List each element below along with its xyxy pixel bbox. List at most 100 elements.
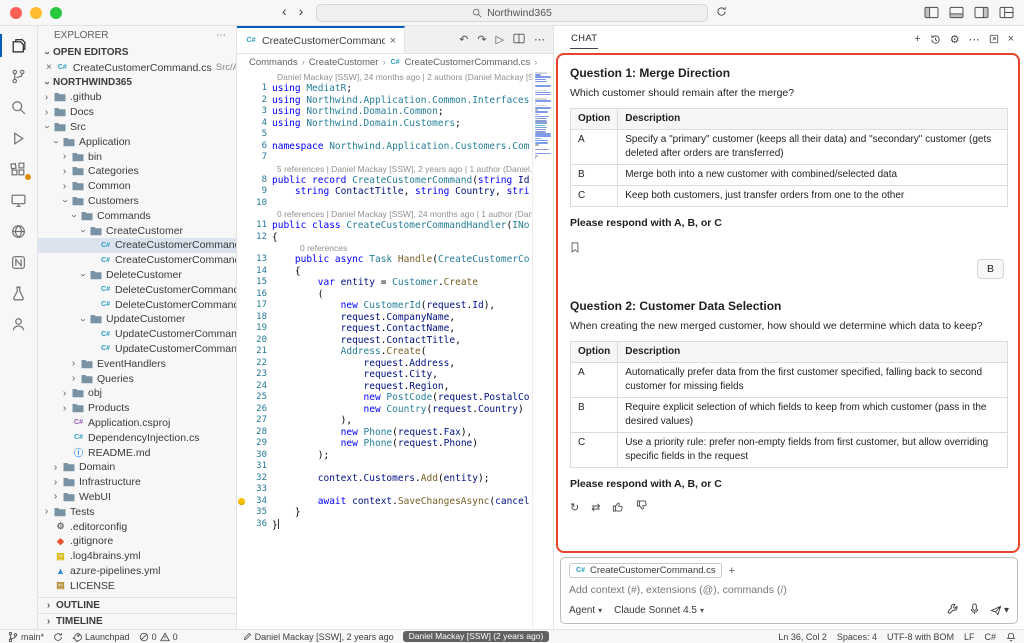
open-editors-header[interactable]: › OPEN EDITORS: [38, 45, 236, 60]
accounts-icon[interactable]: [0, 309, 38, 340]
tree-file-LICENSE[interactable]: ▤LICENSE: [38, 578, 236, 593]
blame-item[interactable]: Daniel Mackay [SSW], 2 years ago: [243, 632, 394, 642]
add-context-button[interactable]: +: [729, 565, 735, 577]
tree-folder-Domain[interactable]: ›Domain: [38, 460, 236, 475]
tree-folder-Application[interactable]: ›Application: [38, 134, 236, 149]
tree-folder-Common[interactable]: ›Common: [38, 179, 236, 194]
tree-folder-Src[interactable]: ›Src: [38, 120, 236, 135]
tree-folder-Customers[interactable]: ›Customers: [38, 194, 236, 209]
source-control-icon[interactable]: [0, 61, 38, 92]
more-actions-icon[interactable]: ⋯: [969, 33, 980, 46]
remote-icon[interactable]: [0, 185, 38, 216]
blame-annotation[interactable]: Daniel Mackay [SSW] (2 years ago): [403, 631, 550, 642]
tree-file-README.md[interactable]: ⓘREADME.md: [38, 445, 236, 460]
breadcrumb-createcustomer[interactable]: CreateCustomer: [309, 57, 379, 68]
tree-folder-UpdateCustomer[interactable]: ›UpdateCustomer: [38, 312, 236, 327]
sync-changes-icon[interactable]: [53, 632, 63, 642]
codelens[interactable]: Daniel Mackay [SSW], 24 months ago | 2 a…: [237, 72, 532, 83]
tree-folder-Tests[interactable]: ›Tests: [38, 504, 236, 519]
bookmark-icon[interactable]: [570, 241, 580, 258]
cursor-position[interactable]: Ln 36, Col 2: [778, 632, 827, 642]
testing-icon[interactable]: [0, 278, 38, 309]
close-window-button[interactable]: [10, 7, 22, 19]
history-icon[interactable]: [930, 34, 941, 45]
tree-file-.editorconfig[interactable]: ⚙.editorconfig: [38, 519, 236, 534]
zoom-window-button[interactable]: [50, 7, 62, 19]
split-editor-icon[interactable]: [513, 33, 525, 47]
more-actions-icon[interactable]: ⋯: [534, 33, 545, 46]
tree-file-DeleteCustomerCommand.cs[interactable]: C#DeleteCustomerCommand.cs: [38, 282, 236, 297]
close-editor-icon[interactable]: ×: [46, 62, 52, 73]
problems-item[interactable]: 0 0: [139, 632, 178, 642]
model-picker-dropdown[interactable]: Claude Sonnet 4.5▾: [614, 605, 704, 616]
tree-folder-Docs[interactable]: ›Docs: [38, 105, 236, 120]
indentation[interactable]: Spaces: 4: [837, 632, 877, 642]
thumbs-down-icon[interactable]: [636, 500, 648, 515]
tree-file-UpdateCustomerCommand.cs[interactable]: C#UpdateCustomerCommand.cs: [38, 327, 236, 342]
run-debug-icon[interactable]: [0, 123, 38, 154]
tree-folder-.github[interactable]: ›.github: [38, 90, 236, 105]
explorer-more-actions-icon[interactable]: ⋯: [216, 30, 226, 41]
tab-chat[interactable]: CHAT: [570, 29, 598, 49]
tree-folder-bin[interactable]: ›bin: [38, 149, 236, 164]
tree-folder-Queries[interactable]: ›Queries: [38, 371, 236, 386]
nav-forward-icon[interactable]: ›: [299, 3, 304, 19]
chat-input-placeholder[interactable]: Add context (#), extensions (@), command…: [569, 584, 1009, 596]
close-tab-icon[interactable]: ×: [390, 35, 396, 47]
thumbs-up-icon[interactable]: [612, 500, 624, 515]
tree-file-Application.csproj[interactable]: C#Application.csproj: [38, 416, 236, 431]
breadcrumb-file[interactable]: CreateCustomerCommand.cs: [405, 57, 531, 68]
settings-icon[interactable]: ⚙: [950, 33, 960, 46]
tab-createcustomercommand[interactable]: C# CreateCustomerCommand.cs ×: [237, 26, 405, 53]
tree-file-.gitignore[interactable]: ◆.gitignore: [38, 534, 236, 549]
tree-folder-obj[interactable]: ›obj: [38, 386, 236, 401]
timeline-section-header[interactable]: › TIMELINE: [38, 613, 236, 629]
tools-icon[interactable]: [947, 603, 959, 618]
tree-file-azure-pipelines.yml[interactable]: ▲azure-pipelines.yml: [38, 564, 236, 579]
tree-file-DependencyInjection.cs[interactable]: C#DependencyInjection.cs: [38, 430, 236, 445]
explorer-icon[interactable]: [0, 30, 38, 61]
tree-file-DeleteCustomerCommandValid...[interactable]: C#DeleteCustomerCommandValid...: [38, 297, 236, 312]
breadcrumb-commands[interactable]: Commands: [249, 57, 298, 68]
close-icon[interactable]: ×: [1008, 33, 1014, 45]
tree-folder-Products[interactable]: ›Products: [38, 401, 236, 416]
sync-icon[interactable]: [716, 6, 727, 17]
outline-section-header[interactable]: › OUTLINE: [38, 597, 236, 613]
language-mode[interactable]: C#: [984, 632, 996, 642]
toggle-primary-sidebar-icon[interactable]: [924, 6, 939, 19]
voice-icon[interactable]: [969, 603, 980, 618]
tree-folder-Categories[interactable]: ›Categories: [38, 164, 236, 179]
chat-input[interactable]: C# CreateCustomerCommand.cs + Add contex…: [560, 557, 1018, 624]
eol[interactable]: LF: [964, 632, 975, 642]
tree-file-CreateCustomerCommandValid...[interactable]: C#CreateCustomerCommandValid...: [38, 253, 236, 268]
annotate-icon[interactable]: ↶: [459, 33, 468, 46]
docker-icon[interactable]: [0, 216, 38, 247]
extensions-icon[interactable]: [0, 154, 38, 185]
context-chip[interactable]: C# CreateCustomerCommand.cs: [569, 563, 722, 578]
send-button[interactable]: ▾: [990, 605, 1009, 616]
code-editor[interactable]: Daniel Mackay [SSW], 24 months ago | 2 a…: [237, 70, 553, 629]
minimize-window-button[interactable]: [30, 7, 42, 19]
agent-mode-dropdown[interactable]: Agent▾: [569, 605, 602, 616]
tree-folder-WebUI[interactable]: ›WebUI: [38, 490, 236, 505]
encoding[interactable]: UTF-8 with BOM: [887, 632, 954, 642]
launchpad-item[interactable]: Launchpad: [72, 632, 130, 642]
minimap[interactable]: [532, 72, 553, 629]
tree-file-UpdateCustomerCommandVali...[interactable]: C#UpdateCustomerCommandVali...: [38, 342, 236, 357]
codelens[interactable]: 0 references: [237, 243, 532, 254]
codelens[interactable]: 5 references | Daniel Mackay [SSW], 2 ye…: [237, 164, 532, 175]
search-icon[interactable]: [0, 92, 38, 123]
command-center-search[interactable]: Northwind365: [316, 4, 708, 22]
new-chat-icon[interactable]: +: [914, 33, 920, 45]
open-editor-item[interactable]: × C# CreateCustomerCommand.cs Src/Ap...: [38, 60, 236, 75]
tree-folder-EventHandlers[interactable]: ›EventHandlers: [38, 356, 236, 371]
tree-folder-Commands[interactable]: ›Commands: [38, 208, 236, 223]
tree-folder-Infrastructure[interactable]: ›Infrastructure: [38, 475, 236, 490]
maximize-icon[interactable]: [989, 34, 999, 44]
timeline-icon[interactable]: ↷: [477, 33, 486, 46]
branch-item[interactable]: main*: [8, 631, 44, 643]
toggle-panel-icon[interactable]: [949, 6, 964, 19]
toggle-secondary-sidebar-icon[interactable]: [974, 6, 989, 19]
tree-folder-DeleteCustomer[interactable]: ›DeleteCustomer: [38, 268, 236, 283]
project-root-header[interactable]: › NORTHWIND365: [38, 75, 236, 90]
